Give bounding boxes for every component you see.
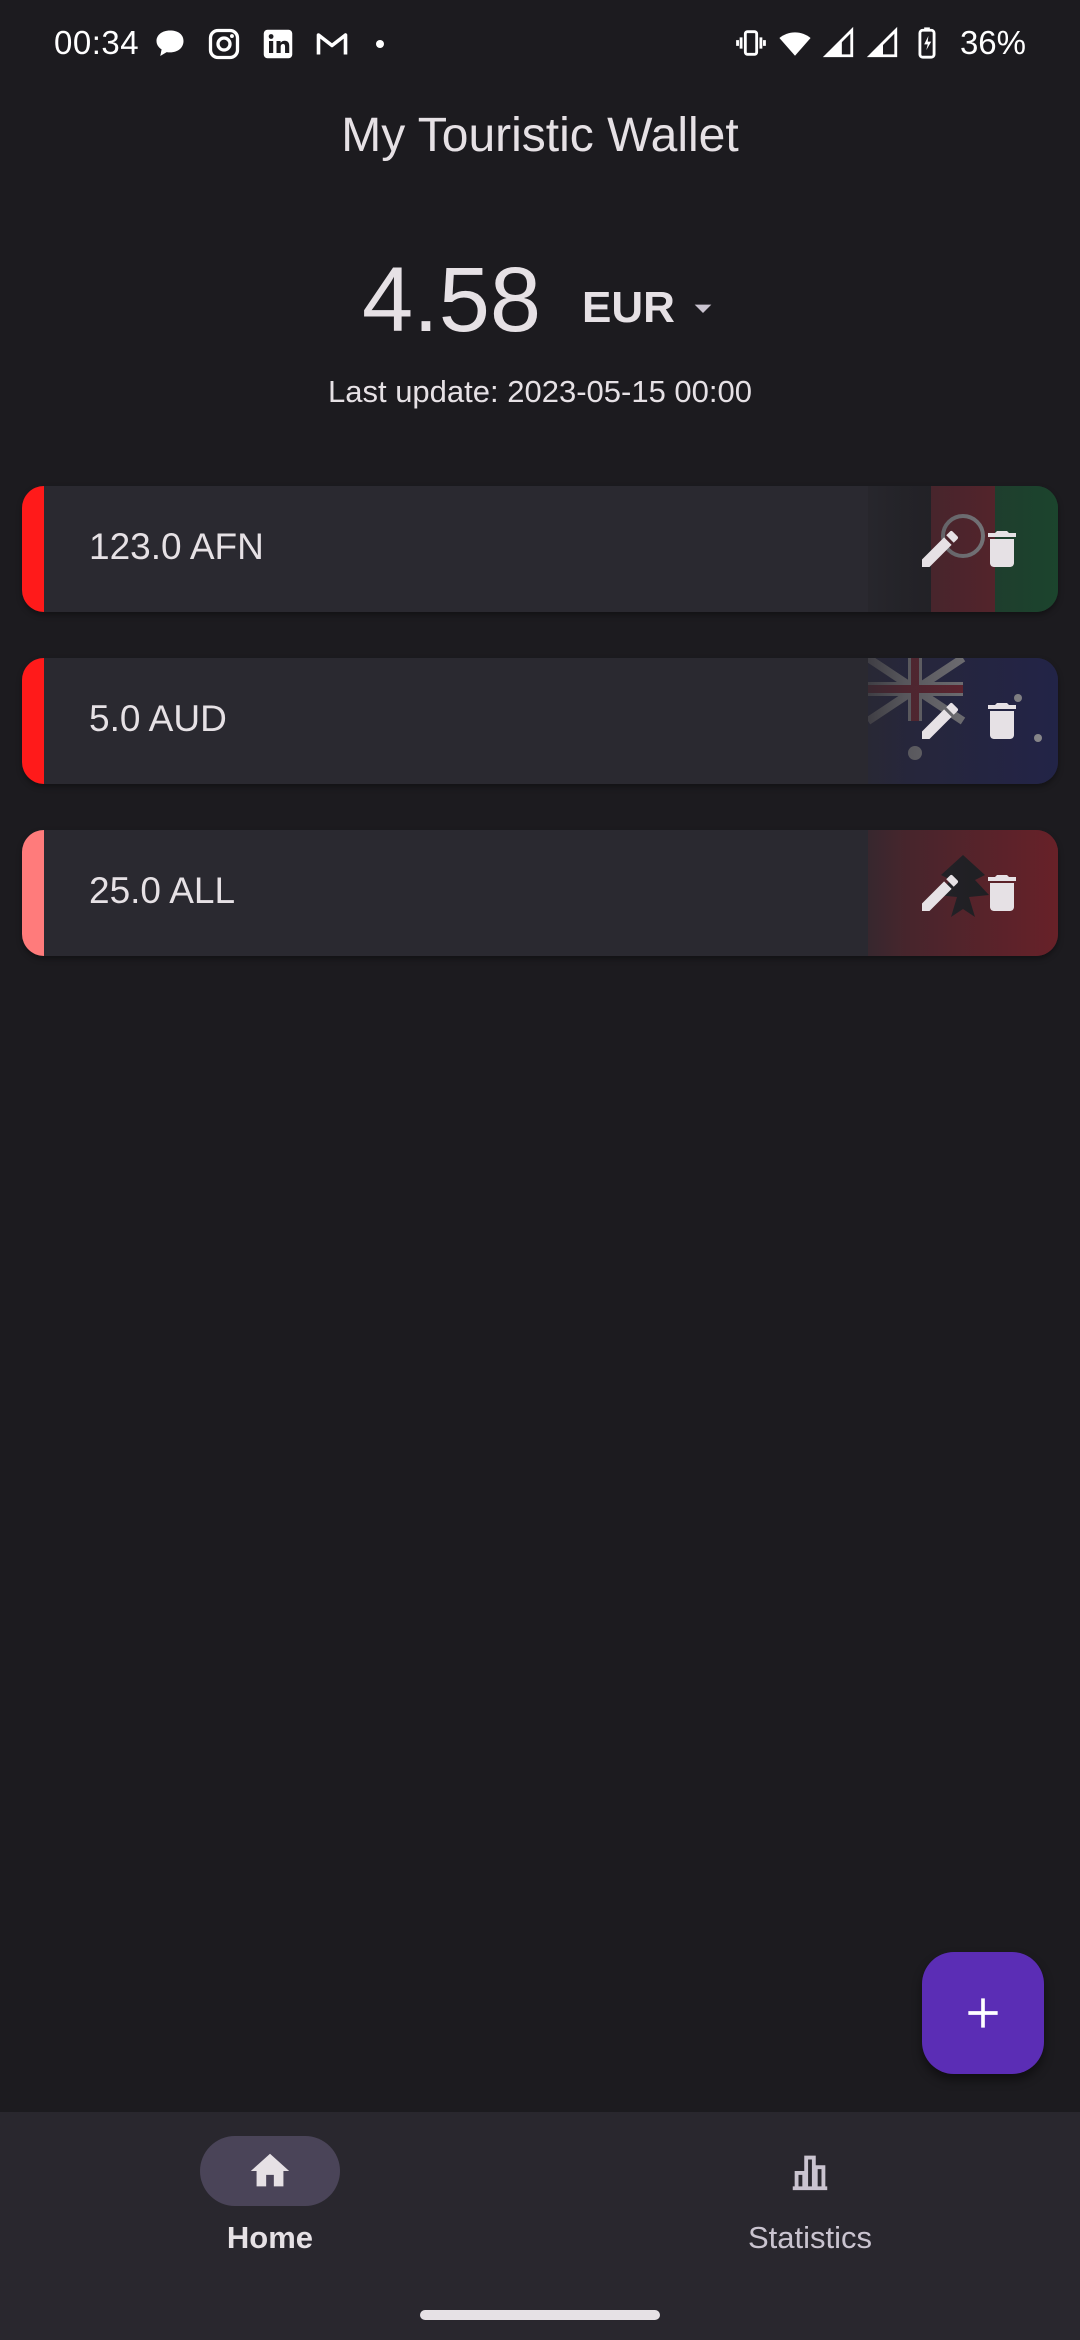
notification-icons [152,26,392,62]
app-title: My Touristic Wallet [341,109,739,162]
vibrate-icon [736,30,766,56]
nav-item-statistics[interactable]: Statistics [660,2136,960,2256]
battery-charging-icon [918,27,936,59]
add-currency-button[interactable] [922,1952,1044,2074]
delete-button[interactable] [978,525,1026,573]
wallet-item[interactable]: 123.0 AFN [22,486,1058,612]
linkedin-icon [263,29,293,59]
bottom-navigation: Home Statistics [0,2112,1080,2340]
wallet-list: 123.0 AFN 5.0 AUD 25.0 ALL [22,486,1058,1002]
gesture-handle[interactable] [420,2310,660,2320]
nav-label: Home [226,2220,314,2255]
trash-icon [988,531,1016,567]
gmail-icon [316,33,348,55]
home-icon [250,2153,290,2187]
last-update-text: Last update: 2023-05-15 00:00 [327,374,752,409]
delete-button[interactable] [978,697,1026,745]
card-accent [22,830,44,956]
bar-chart-icon [792,2155,828,2191]
edit-button[interactable] [916,525,964,573]
signal-icon [866,26,898,58]
dot-icon [376,40,384,48]
system-icons: 36% [734,24,1026,62]
delete-button[interactable] [978,869,1026,917]
nav-label: Statistics [747,2220,873,2255]
plus-icon [968,1998,998,2028]
trash-icon [988,875,1016,911]
balance-row: 4.58 EUR [0,248,1080,368]
edit-button[interactable] [916,869,964,917]
edit-icon [922,530,958,567]
status-bar: 00:34 36% [0,0,1080,88]
wallet-item[interactable]: 25.0 ALL [22,830,1058,956]
status-time: 00:34 [54,24,140,61]
wifi-icon [779,32,811,56]
edit-button[interactable] [916,697,964,745]
instagram-icon [208,28,240,60]
currency-dropdown[interactable]: EUR [582,278,723,338]
battery-percentage: 36% [959,24,1026,61]
edit-icon [922,702,958,739]
wallet-item-label: 25.0 ALL [89,870,236,911]
card-accent [22,658,44,784]
nav-indicator [200,2136,340,2206]
total-balance: 4.58 [362,249,542,351]
messages-icon [156,30,184,56]
card-accent [22,486,44,612]
edit-icon [922,874,958,911]
wallet-item-label: 123.0 AFN [89,526,264,567]
wallet-item[interactable]: 5.0 AUD [22,658,1058,784]
dropdown-arrow-icon [694,304,712,313]
wallet-item-label: 5.0 AUD [89,698,227,739]
signal-icon [822,26,854,58]
trash-icon [988,703,1016,739]
nav-item-home[interactable]: Home [120,2136,420,2256]
nav-indicator [740,2136,880,2206]
currency-label: EUR [582,283,675,332]
